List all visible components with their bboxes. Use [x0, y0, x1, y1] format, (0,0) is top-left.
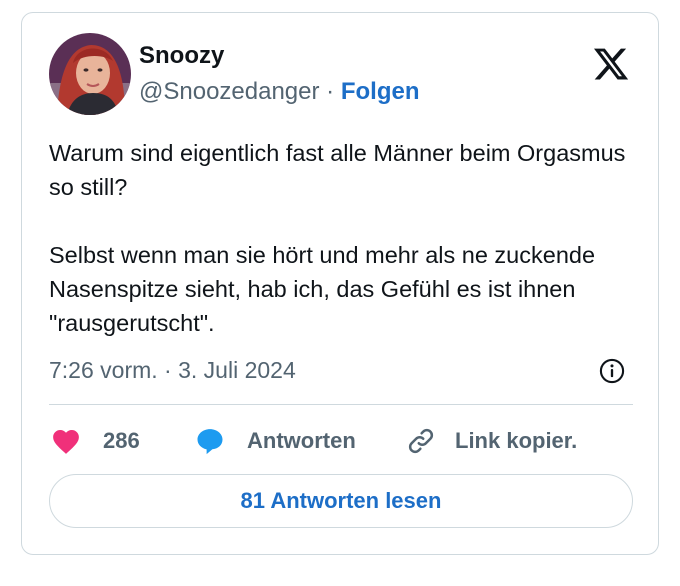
like-button[interactable]: 286 — [51, 424, 140, 458]
tweet-paragraph: Selbst wenn man sie hört und mehr als ne… — [49, 242, 596, 336]
avatar[interactable] — [49, 33, 131, 115]
copy-link-button[interactable]: Link kopier. — [406, 424, 577, 458]
author-line: @Snoozedanger · Folgen — [139, 77, 420, 107]
link-icon — [408, 428, 434, 454]
follow-button[interactable]: Folgen — [341, 78, 420, 105]
like-count: 286 — [103, 428, 140, 453]
tweet-timestamp[interactable]: 7:26 vorm. · 3. Juli 2024 — [49, 355, 296, 385]
divider — [49, 404, 633, 405]
author-name[interactable]: Snoozy — [139, 42, 224, 70]
tweet-card: Snoozy @Snoozedanger · Folgen Warum sind… — [21, 12, 659, 555]
reply-button[interactable]: Antworten — [194, 424, 356, 458]
copy-link-label: Link kopier. — [455, 428, 578, 453]
speech-bubble-icon — [197, 429, 223, 455]
separator: · — [326, 78, 335, 105]
reply-label: Antworten — [247, 428, 356, 453]
tweet-text: Warum sind eigentlich fast alle Männer b… — [49, 136, 639, 340]
read-replies-button[interactable]: 81 Antworten lesen — [49, 474, 633, 528]
avatar-image — [49, 33, 131, 115]
info-icon[interactable] — [598, 357, 626, 385]
heart-icon — [53, 430, 79, 454]
x-logo-icon[interactable] — [592, 45, 630, 83]
author-handle[interactable]: @Snoozedanger — [139, 78, 320, 105]
tweet-paragraph: Warum sind eigentlich fast alle Männer b… — [49, 140, 626, 200]
